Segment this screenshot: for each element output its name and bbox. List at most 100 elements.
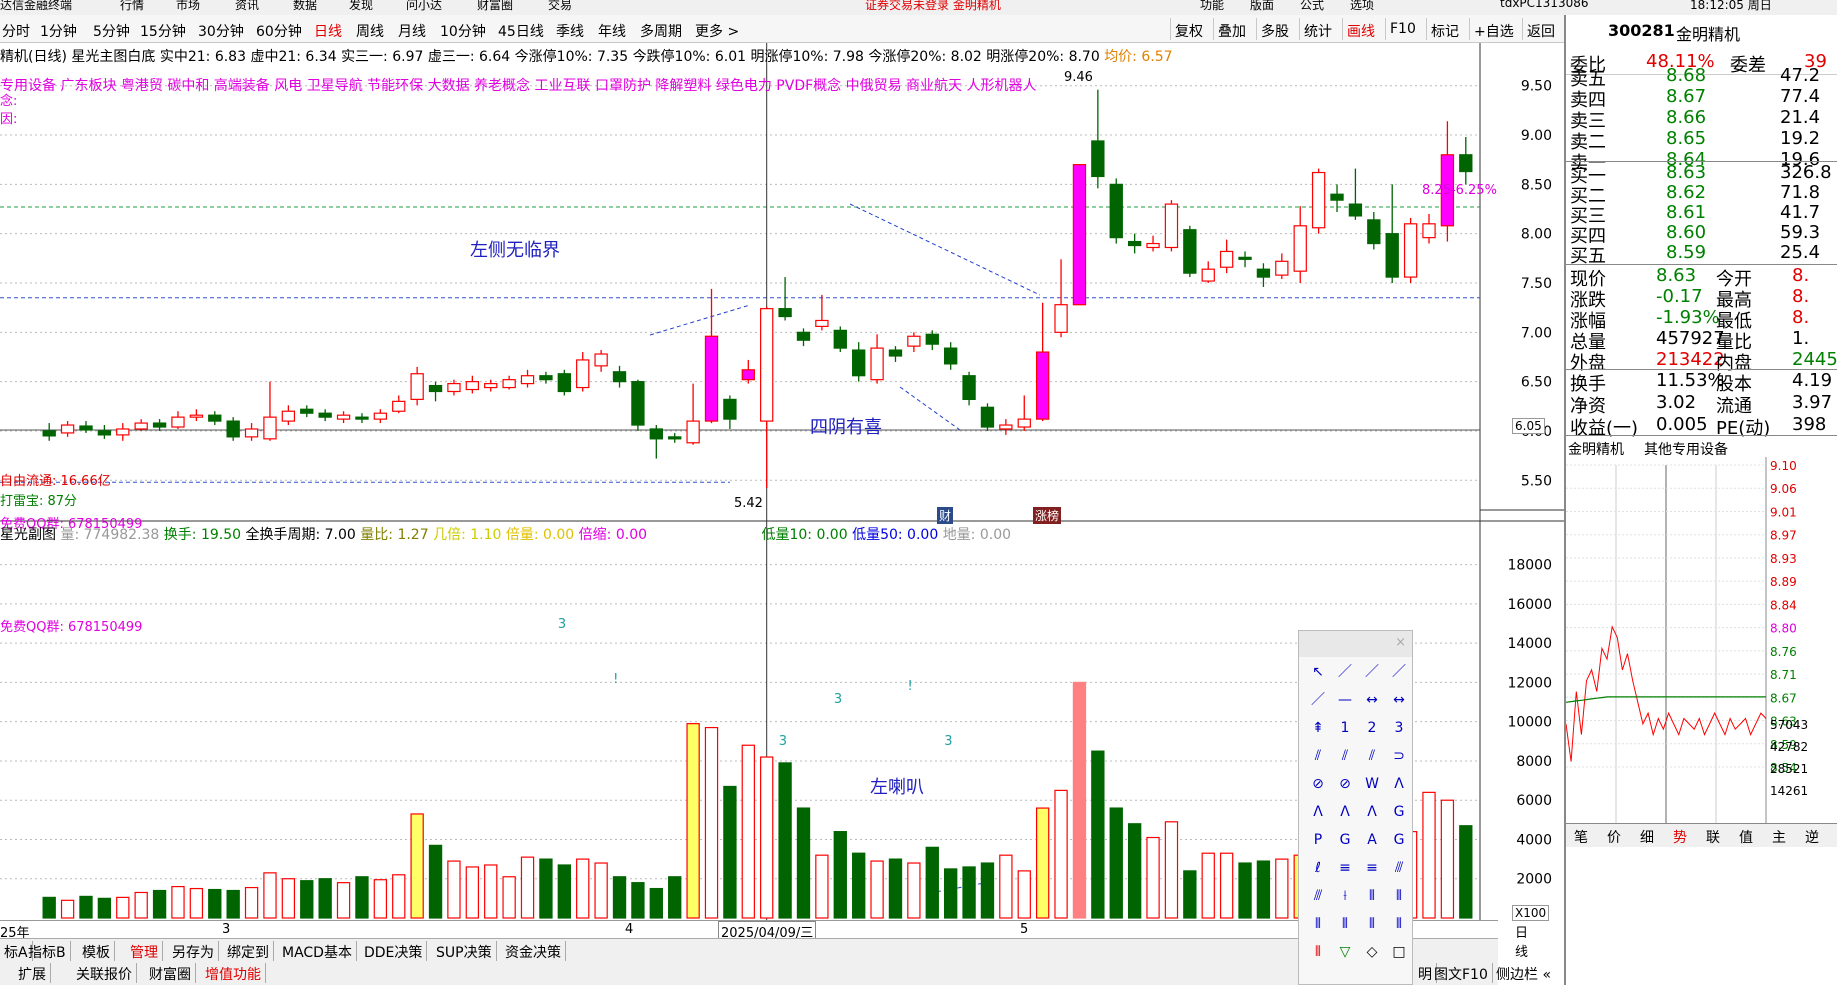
draw-tool-icon-33[interactable]: ⟊ [1334,885,1356,907]
draw-tool-icon-8[interactable]: ⇞ [1307,717,1329,739]
period-daily[interactable]: 日线 [314,21,342,41]
draw-tool-icon-43[interactable]: □ [1388,941,1410,963]
draw-tool-icon-25[interactable]: G [1334,829,1356,851]
draw-tool-icon-0[interactable]: ↖ [1307,661,1329,683]
quote-tab-6[interactable]: 主 [1772,827,1786,847]
draw-tool-icon-40[interactable]: ⦀ [1307,941,1329,963]
quote-tab-5[interactable]: 值 [1739,827,1753,847]
draw-tool-icon-17[interactable]: ⊘ [1334,773,1356,795]
tab-macd[interactable]: MACD基本 [278,941,357,961]
tab-manage[interactable]: 管理 [126,941,163,961]
menu-options[interactable]: 选项 [1350,0,1374,13]
period-yearly[interactable]: 年线 [598,21,626,41]
menu-quotes[interactable]: 行情 [120,0,144,13]
intraday-mini-chart[interactable]: 9.10 9.06 9.01 8.97 8.93 8.89 8.84 8.80 8.76 8.71… [1566,457,1837,841]
add-watchlist-button[interactable]: +自选 [1469,18,1518,40]
menu-formula[interactable]: 公式 [1300,0,1324,13]
draw-tool-icon-9[interactable]: 1 [1334,717,1356,739]
back-button[interactable]: 返回 [1522,18,1559,40]
draw-tool-icon-34[interactable]: ⦀ [1361,885,1383,907]
menu-wealth[interactable]: 财富圈 [477,0,513,13]
buy-level-5[interactable]: 买五 8.59 25.4 [1566,242,1837,267]
draw-tool-icon-29[interactable]: ≡ [1334,857,1356,879]
quote-tab-4[interactable]: 联 [1706,827,1720,847]
tab-wealth-circle[interactable]: 财富圈 [145,963,196,983]
f10-button[interactable]: F10 [1385,18,1420,40]
period-weekly[interactable]: 周线 [356,21,384,41]
draw-tool-icon-39[interactable]: ⦀ [1388,913,1410,935]
tab-sup[interactable]: SUP决策 [432,941,497,961]
draw-tool-icon-1[interactable]: ／ [1334,661,1356,683]
draw-tool-icon-16[interactable]: ⊘ [1307,773,1329,795]
draw-tool-icon-14[interactable]: ⫽ [1361,745,1383,767]
draw-tool-icon-41[interactable]: ▽ [1334,941,1356,963]
menu-app[interactable]: 达信金融终端 [0,0,72,13]
quote-tab-3[interactable]: 势 [1673,827,1687,847]
draw-tool-icon-26[interactable]: A [1361,829,1383,851]
draw-tool-icon-24[interactable]: P [1307,829,1329,851]
limit-up-tag[interactable]: 涨榜 [1033,507,1062,524]
tab-extend[interactable]: 扩展 [14,963,51,983]
menu-market[interactable]: 市场 [176,0,200,13]
period-45day[interactable]: 45日线 [498,21,544,41]
tab-bind-to[interactable]: 绑定到 [223,941,274,961]
tab-indicator-b[interactable]: 指标B [24,941,71,961]
draw-tool-icon-20[interactable]: Λ [1307,801,1329,823]
draw-tool-icon-31[interactable]: ⫻ [1388,857,1410,879]
draw-tool-icon-10[interactable]: 2 [1361,717,1383,739]
restore-rights-button[interactable]: 复权 [1170,18,1207,40]
draw-tool-icon-35[interactable]: ⦀ [1388,885,1410,907]
menu-discover[interactable]: 发现 [349,0,373,13]
menu-trade[interactable]: 交易 [548,0,572,13]
draw-tool-icon-27[interactable]: G [1388,829,1410,851]
draw-tool-icon-2[interactable]: ／ [1361,661,1383,683]
period-15min[interactable]: 15分钟 [140,21,186,41]
draw-tool-icon-19[interactable]: Λ [1388,773,1410,795]
quote-tab-1[interactable]: 价 [1607,827,1621,847]
menu-layout[interactable]: 版面 [1250,0,1274,13]
statistics-button[interactable]: 统计 [1299,18,1336,40]
menu-ask[interactable]: 问小达 [406,0,442,13]
tab-template[interactable]: 模板 [78,941,115,961]
quote-tab-2[interactable]: 细 [1640,827,1654,847]
period-10min[interactable]: 10分钟 [440,21,486,41]
menu-function[interactable]: 功能 [1200,0,1224,13]
period-quarterly[interactable]: 季线 [556,21,584,41]
draw-line-button[interactable]: 画线 [1342,18,1379,40]
draw-tool-icon-22[interactable]: Λ [1361,801,1383,823]
mark-button[interactable]: 标记 [1426,18,1463,40]
draw-tool-icon-42[interactable]: ◇ [1361,941,1383,963]
period-multi[interactable]: 多周期 [640,21,682,41]
draw-tool-icon-32[interactable]: ⫻ [1307,885,1329,907]
quote-tab-0[interactable]: 笔 [1574,827,1588,847]
menu-news[interactable]: 资讯 [235,0,259,13]
draw-tool-icon-30[interactable]: ≡ [1361,857,1383,879]
draw-tool-icon-11[interactable]: 3 [1388,717,1410,739]
menu-data[interactable]: 数据 [293,0,317,13]
period-30min[interactable]: 30分钟 [198,21,244,41]
draw-tool-icon-37[interactable]: ⦀ [1334,913,1356,935]
draw-tool-icon-28[interactable]: ℓ [1307,857,1329,879]
period-monthly[interactable]: 月线 [398,21,426,41]
period-1min[interactable]: 1分钟 [40,21,77,41]
draw-tool-icon-38[interactable]: ⦀ [1361,913,1383,935]
tab-f10-graphic[interactable]: 图文F10 [1430,963,1493,983]
tab-save-as[interactable]: 另存为 [168,941,219,961]
tab-capital[interactable]: 资金决策 [501,941,566,961]
tab-value-added[interactable]: 增值功能 [201,963,266,983]
draw-tool-icon-21[interactable]: Λ [1334,801,1356,823]
overlay-button[interactable]: 叠加 [1213,18,1250,40]
draw-tool-icon-5[interactable]: — [1334,689,1356,711]
period-timeshare[interactable]: 分时 [2,21,30,41]
period-60min[interactable]: 60分钟 [256,21,302,41]
draw-tool-icon-12[interactable]: ⫽ [1307,745,1329,767]
draw-tool-icon-13[interactable]: ⫽ [1334,745,1356,767]
draw-tool-icon-3[interactable]: ／ [1388,661,1410,683]
finance-tag[interactable]: 财 [937,507,954,524]
period-more[interactable]: 更多 > [695,21,739,41]
period-5min[interactable]: 5分钟 [93,21,130,41]
draw-tool-icon-36[interactable]: ⦀ [1307,913,1329,935]
draw-tool-icon-7[interactable]: ↔ [1388,689,1410,711]
draw-tool-icon-15[interactable]: ⊃ [1388,745,1410,767]
draw-tool-icon-6[interactable]: ↔ [1361,689,1383,711]
